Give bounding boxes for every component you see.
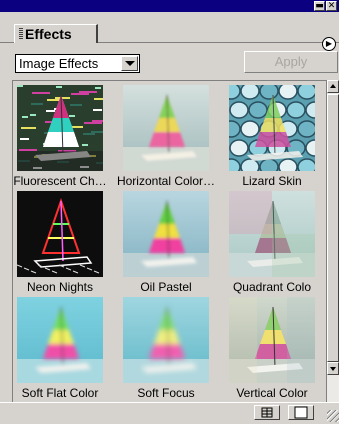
effect-preview-image <box>229 85 315 171</box>
palette-menu-button[interactable]: ▶ <box>322 37 336 51</box>
effect-preview-image <box>229 297 315 383</box>
scroll-down-button[interactable] <box>327 362 339 375</box>
effect-thumbnail[interactable] <box>123 191 209 277</box>
effect-label: Lizard Skin <box>242 174 302 188</box>
window-titlebar[interactable]: ▬ ✕ <box>0 0 339 12</box>
effect-label: Soft Focus <box>137 386 195 400</box>
effect-label: Soft Flat Color <box>21 386 99 400</box>
apply-button[interactable]: Apply <box>244 51 338 73</box>
scroll-up-button[interactable] <box>327 80 339 93</box>
tab-row: Effects ▶ <box>0 12 339 51</box>
category-value: Image Effects <box>19 56 99 71</box>
minimize-button[interactable]: ▬ <box>314 1 325 11</box>
effect-label: Oil Pastel <box>140 280 192 294</box>
close-icon: ✕ <box>327 1 336 11</box>
scroll-thumb[interactable] <box>327 94 339 362</box>
menu-arrow-icon: ▶ <box>325 39 333 48</box>
dropdown-arrow-icon[interactable] <box>121 56 138 71</box>
effect-thumbnail[interactable] <box>17 85 103 171</box>
effect-thumbnail[interactable] <box>17 297 103 383</box>
effect-preview-image <box>17 297 103 383</box>
effect-preview-image <box>123 85 209 171</box>
effect-preview-image <box>123 297 209 383</box>
effect-thumbnail[interactable] <box>123 297 209 383</box>
effect-label: Horizontal Color… <box>116 174 216 188</box>
effects-grid: Fluorescent Ch… Horizontal Color… Lizard… <box>12 80 326 402</box>
category-dropdown[interactable]: Image Effects <box>15 54 140 73</box>
effect-label: Vertical Color <box>236 386 308 400</box>
effect-thumbnail[interactable] <box>229 85 315 171</box>
effect-preview-image <box>123 191 209 277</box>
new-item-button[interactable] <box>288 405 314 420</box>
effect-preview-image <box>17 85 103 171</box>
grid-view-icon <box>261 407 273 418</box>
effect-preview-image <box>229 191 315 277</box>
effect-thumbnail[interactable] <box>17 191 103 277</box>
palette-bottom-bar <box>0 402 339 422</box>
close-button[interactable]: ✕ <box>326 1 337 11</box>
effect-label: Neon Nights <box>26 280 94 294</box>
tab-effects[interactable]: Effects <box>14 24 98 43</box>
vertical-scrollbar[interactable] <box>326 80 339 402</box>
effect-thumbnail[interactable] <box>123 85 209 171</box>
effect-label: Fluorescent Ch… <box>13 174 107 188</box>
effect-thumbnail[interactable] <box>229 191 315 277</box>
minimize-icon: ▬ <box>315 1 324 11</box>
tab-label: Effects <box>25 26 72 42</box>
grid-view-button[interactable] <box>254 405 280 420</box>
effect-thumbnail[interactable] <box>229 297 315 383</box>
effect-label: Quadrant Colo <box>232 280 312 294</box>
new-item-icon <box>294 406 308 419</box>
effect-preview-image <box>17 191 103 277</box>
resize-grip[interactable] <box>327 410 339 422</box>
tab-grip-icon <box>19 28 23 40</box>
